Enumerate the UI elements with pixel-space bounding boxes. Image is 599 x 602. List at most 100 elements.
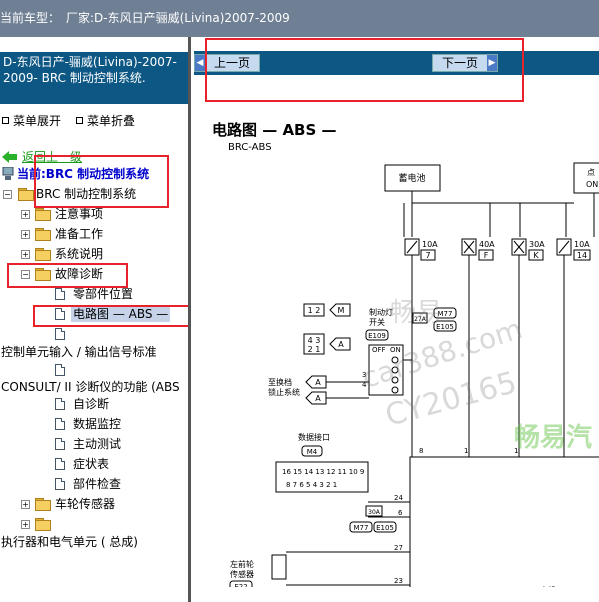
svg-text:OFF: OFF [372,346,386,354]
annotation-box-circuit [33,305,188,327]
folder-icon [35,498,51,511]
svg-text:30A: 30A [368,509,381,516]
document-icon [55,438,65,450]
tree-item-blank[interactable] [0,326,188,342]
svg-text:14: 14 [577,251,587,260]
fuse-2: 40A F [461,238,495,261]
tree-item-active-test[interactable]: 主动测试 [0,436,188,452]
top-bar: 当前车型： 厂家:D-东风日产骊威(Livina)2007-2009 [0,0,599,37]
svg-text:7: 7 [425,251,430,260]
tree-item-io-standard[interactable]: 控制单元输入 / 输出信号标准 [1,344,188,360]
svg-text:6: 6 [398,509,403,517]
document-icon [55,418,65,430]
svg-text:E22: E22 [234,583,247,587]
menu-expand-button[interactable]: 菜单展开 [2,112,61,129]
svg-text:传感器: 传感器 [230,569,254,579]
tree-item-prep[interactable]: + 准备工作 [0,226,188,242]
watermark-1: 畅易 [390,298,443,328]
svg-text:A: A [315,378,321,387]
tree-label-consult: CONSULT/ II 诊断仪的功能 (ABS [1,380,180,394]
svg-text:E109: E109 [368,332,386,340]
svg-text:开关: 开关 [369,317,385,327]
svg-text:27: 27 [394,544,403,552]
tree-label-parts-location: 零部件位置 [73,287,134,301]
document-title: 电路图 — ABS — [212,121,337,139]
document-icon [55,398,65,410]
tree-label-wheel-sensor: 车轮传感器 [55,497,116,511]
tree-item-part-check[interactable]: 部件检查 [0,476,188,492]
svg-text:23: 23 [394,577,403,585]
svg-text:M: M [338,306,345,315]
menu-expand-label: 菜单展开 [13,114,62,128]
menu-collapse-label: 菜单折叠 [87,114,136,128]
svg-text:1 2: 1 2 [308,306,321,315]
tree-item-notes[interactable]: + 注意事项 [0,206,188,222]
document-icon [55,364,65,376]
car-type-text: 当前车型： 厂家:D-东风日产骊威(Livina)2007-2009 [0,9,290,26]
svg-text:E105: E105 [376,524,394,532]
document-icon [55,328,65,340]
svg-text:10A: 10A [422,240,438,249]
tree-label-prep: 准备工作 [55,227,104,241]
svg-text:8 7 6 5 4 3 2 1: 8 7 6 5 4 3 2 1 [286,481,337,489]
computer-icon [2,167,14,180]
annotation-box-current [34,155,169,208]
tree-item-self-diag[interactable]: 自诊断 [0,396,188,412]
tree-item-symptom[interactable]: 症状表 [0,456,188,472]
svg-text:16 15 14 13 12 11 10 9: 16 15 14 13 12 11 10 9 [282,468,364,476]
document-icon [55,458,65,470]
expand-toggle-icon[interactable]: + [21,230,30,239]
ecu-box [409,456,599,587]
svg-text:4 3: 4 3 [308,336,321,345]
tree-item-consult[interactable]: CONSULT/ II 诊断仪的功能 (ABS [1,379,188,395]
svg-text:10A: 10A [574,240,590,249]
tree-item-parts-location[interactable]: 零部件位置 [0,286,188,302]
document-panel: ◀ 上一页 下一页 ▶ 电路图 — ABS — BRC-ABS 蓄电池 点 ON… [194,37,599,602]
svg-text:2 1: 2 1 [308,345,321,354]
fuse-4: 10A 14 [556,238,591,261]
svg-text:1: 1 [464,447,468,455]
svg-text:M77: M77 [354,524,369,532]
tree-label-io-standard: 控制单元输入 / 输出信号标准 [1,345,157,359]
tree-item-wheel-sensor[interactable]: + 车轮传感器 [0,496,188,512]
svg-text:ON: ON [586,180,598,189]
tree-label-symptom: 症状表 [73,457,110,471]
svg-text:至换档: 至换档 [268,377,292,387]
fuse-1: 10A 7 [404,238,438,261]
expand-toggle-icon[interactable]: + [21,210,30,219]
tree-item-data-monitor[interactable]: 数据监控 [0,416,188,432]
tree-label-self-diag: 自诊断 [73,397,110,411]
folder-icon [35,208,51,221]
expand-toggle-icon[interactable]: + [21,520,30,529]
svg-text:24: 24 [394,494,403,502]
document-icon [55,478,65,490]
collapse-toggle-icon[interactable]: − [3,190,12,199]
tree-label-active-test: 主动测试 [73,437,122,451]
svg-text:K: K [533,251,539,260]
tree-item-actuator[interactable]: 执行器和电气单元 ( 总成) [1,534,188,550]
battery-label: 蓄电池 [398,172,425,184]
tree-item-io-standard-doc[interactable] [0,362,188,378]
folder-open-icon [18,188,34,201]
watermark-4: 畅易汽 [514,423,593,453]
svg-text:锁止系统: 锁止系统 [268,387,300,397]
motor-label: 电机 [540,585,556,587]
tree-label-desc: 系统说明 [55,247,104,261]
tree-item-blank-folder[interactable]: + [0,516,188,532]
annotation-box-nav [205,38,524,102]
sidebar-title: D-东风日产-骊威(Livina)-2007-2009- BRC 制动控制系统. [0,52,188,104]
collapse-square-icon [76,117,83,124]
svg-text:30A: 30A [529,240,545,249]
svg-text:F: F [484,251,489,260]
svg-text:A: A [315,394,321,403]
left-nav-panel: D-东风日产-骊威(Livina)-2007-2009- BRC 制动控制系统.… [0,37,191,602]
tree-item-desc[interactable]: + 系统说明 [0,246,188,262]
back-arrow-icon [2,151,17,163]
svg-text:A: A [338,340,344,349]
expand-toggle-icon[interactable]: + [21,500,30,509]
menu-collapse-button[interactable]: 菜单折叠 [76,112,135,129]
prev-arrow-icon: ◀ [195,55,205,71]
expand-toggle-icon[interactable]: + [21,250,30,259]
svg-text:40A: 40A [479,240,495,249]
data-port-label: 数据接口 [298,432,330,442]
